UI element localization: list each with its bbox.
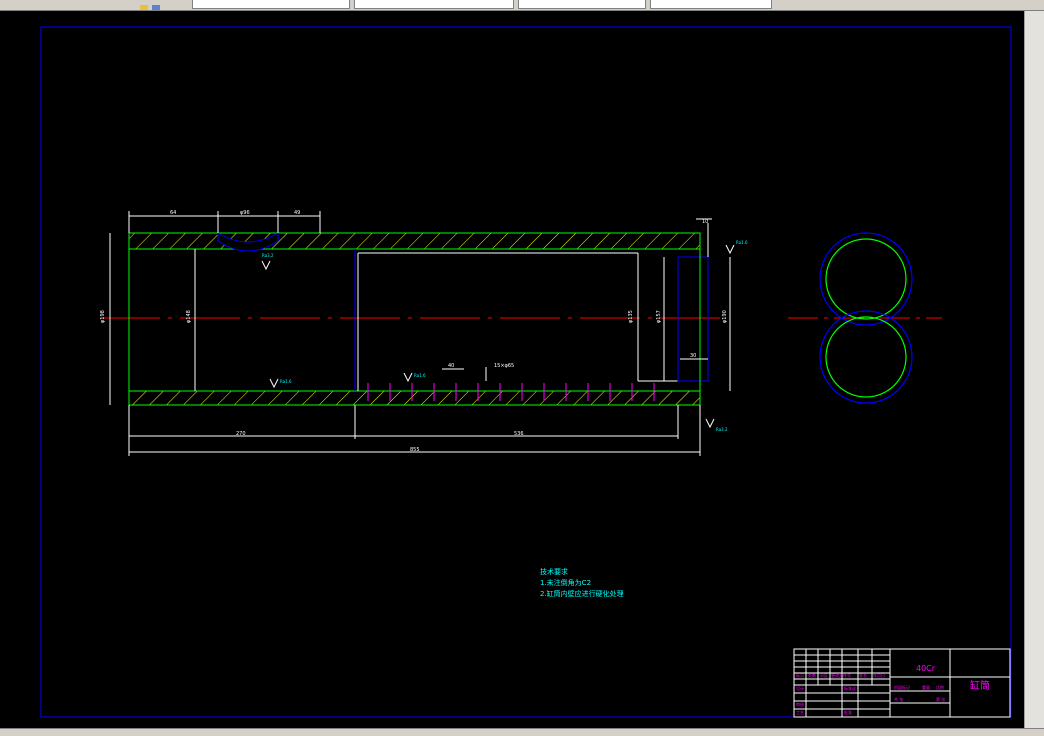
tb-row-4: 批准 xyxy=(844,709,852,715)
layer-dropdown[interactable] xyxy=(192,0,350,9)
color-dropdown[interactable] xyxy=(354,0,514,9)
roughness-4: Ra1.6 xyxy=(736,240,748,245)
dim-270: 270 xyxy=(236,431,246,437)
tb-header-4: 签名 xyxy=(859,672,867,678)
dim-40: 40 xyxy=(448,363,454,369)
dim-phi96: φ96 xyxy=(240,210,250,216)
roughness-5: Ra3.2 xyxy=(716,427,728,432)
notes-title: 技术要求 xyxy=(540,567,568,576)
roughness-2: Ra1.6 xyxy=(280,379,292,384)
roughness-3: Ra1.6 xyxy=(414,373,426,378)
tb-sheets: 共 张 xyxy=(894,696,903,702)
tb-header-5: 年月日 xyxy=(873,672,885,678)
dim-thread: 15×φ65 xyxy=(494,363,514,369)
notes-line-2: 2.缸筒内壁应进行硬化处理 xyxy=(540,589,624,598)
tb-header-2: 分区 xyxy=(820,672,828,678)
tb-sheet-no: 第 张 xyxy=(936,696,945,702)
tb-row-3: 工艺 xyxy=(796,710,804,715)
tb-header-3: 更改文件号 xyxy=(831,672,851,678)
dim-phi157: φ157 xyxy=(656,310,662,323)
dim-phi148: φ148 xyxy=(186,310,192,323)
dim-10: 10 xyxy=(702,219,708,225)
layer-state-icon[interactable] xyxy=(136,0,186,10)
toolbar xyxy=(0,0,1044,11)
toolbar-left-area xyxy=(0,0,130,8)
lineweight-dropdown[interactable] xyxy=(650,0,772,9)
roughness-1: Ra3.2 xyxy=(262,253,274,258)
tb-row-0: 设计 xyxy=(796,685,804,691)
tb-weight: 重量 xyxy=(922,684,930,690)
tb-row-2: 审核 xyxy=(796,701,804,707)
bottom-wall-section xyxy=(128,390,701,406)
tb-stage: 阶段标记 xyxy=(894,684,910,690)
title-material: 40Cr xyxy=(916,664,936,673)
dim-phi198: φ198 xyxy=(100,310,106,323)
dim-phi135: φ135 xyxy=(628,310,634,323)
toolbar-right-area xyxy=(776,0,1044,8)
notes-line-1: 1.未注倒角为C2 xyxy=(540,578,591,587)
drawing-canvas[interactable]: 64 φ96 49 10 φ198 φ148 φ135 φ157 φ190 30… xyxy=(0,11,1024,728)
tb-header-0: 标记 xyxy=(796,672,804,678)
drawing-frame xyxy=(40,26,1012,718)
vertical-scrollbar[interactable] xyxy=(1024,11,1044,728)
dim-49: 49 xyxy=(294,210,300,216)
drawing-svg[interactable]: 64 φ96 49 10 φ198 φ148 φ135 φ157 φ190 30… xyxy=(0,11,1024,728)
dim-64: 64 xyxy=(170,210,176,216)
title-part-name: 缸筒 xyxy=(970,679,990,692)
tb-scale: 比例 xyxy=(936,684,944,690)
tb-header-1: 处数 xyxy=(808,672,816,678)
top-wall-section xyxy=(128,232,701,250)
linetype-dropdown[interactable] xyxy=(518,0,646,9)
dim-30: 30 xyxy=(690,353,696,359)
tb-row-1: 标准化 xyxy=(844,685,856,691)
dim-536: 536 xyxy=(514,431,524,437)
right-flange-body xyxy=(677,256,709,382)
top-dimension-lines xyxy=(128,211,321,233)
dim-855: 855 xyxy=(410,447,420,453)
dim-phi190: φ190 xyxy=(722,310,728,323)
